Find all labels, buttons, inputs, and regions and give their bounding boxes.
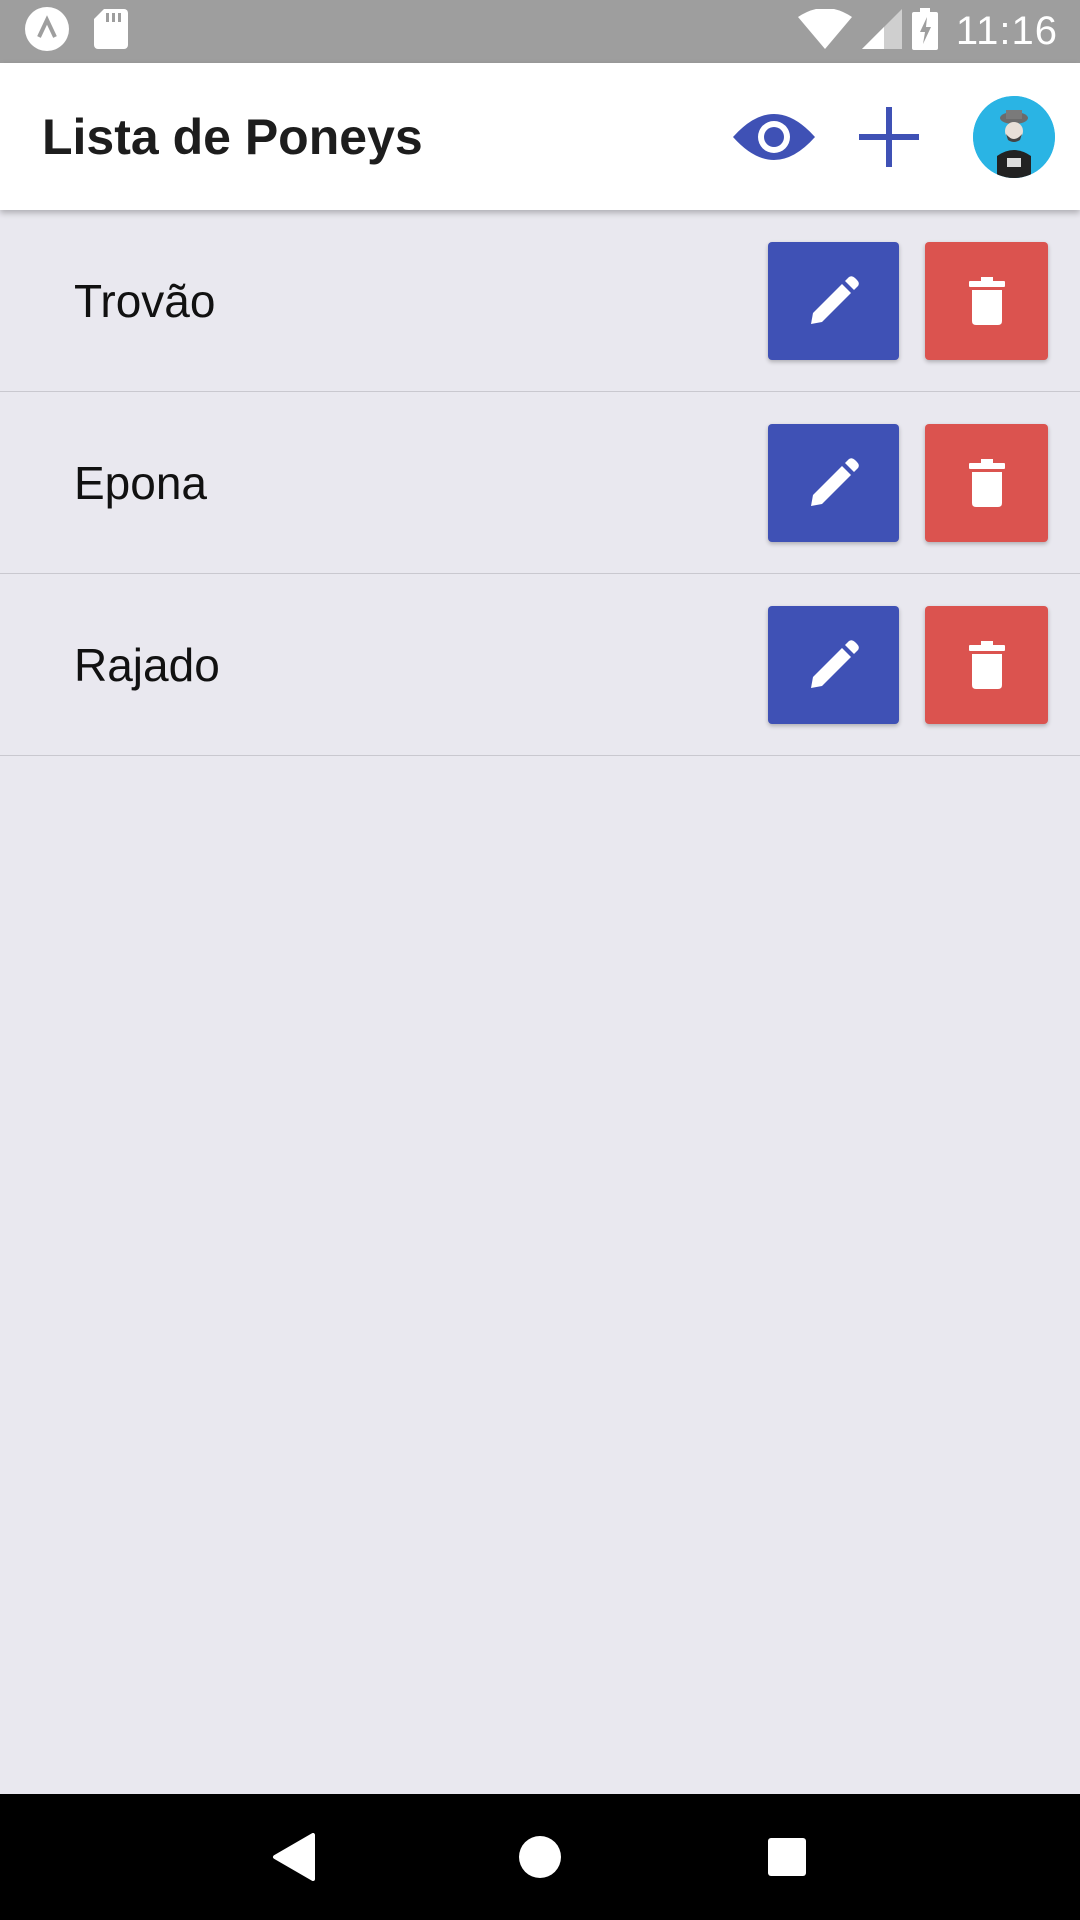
- wifi-icon: [797, 8, 852, 54]
- cell-signal-icon: [861, 9, 902, 54]
- plus-icon: [859, 106, 919, 167]
- list-item: Epona: [0, 392, 1080, 574]
- back-button[interactable]: [253, 1817, 333, 1897]
- add-pony-button[interactable]: [857, 105, 921, 169]
- edit-button[interactable]: [768, 423, 899, 542]
- app-notification-icon: [24, 6, 70, 57]
- pencil-icon: [810, 457, 859, 506]
- status-bar: 11:16: [0, 0, 1080, 63]
- eye-icon: [733, 113, 815, 160]
- status-right: 11:16: [788, 8, 1058, 55]
- pencil-icon: [810, 275, 859, 324]
- pony-list: Trovão Epona Rajado: [0, 210, 1080, 756]
- avatar-figure-icon: [973, 95, 1055, 178]
- sd-card-icon: [94, 9, 128, 54]
- status-left: [24, 6, 152, 57]
- delete-button[interactable]: [925, 241, 1048, 360]
- home-icon: [518, 1836, 561, 1878]
- trash-icon: [968, 640, 1005, 689]
- pony-name: Epona: [74, 456, 208, 509]
- list-item: Trovão: [0, 210, 1080, 392]
- view-button[interactable]: [733, 96, 815, 178]
- delete-button[interactable]: [925, 605, 1048, 724]
- avatar[interactable]: [973, 95, 1055, 178]
- page-title: Lista de Poneys: [42, 108, 423, 165]
- pony-name: Rajado: [74, 638, 220, 691]
- edit-button[interactable]: [768, 241, 899, 360]
- list-item: Rajado: [0, 574, 1080, 756]
- recents-button[interactable]: [747, 1817, 827, 1897]
- trash-icon: [968, 276, 1005, 325]
- pencil-icon: [810, 639, 859, 688]
- edit-button[interactable]: [768, 605, 899, 724]
- back-icon: [273, 1833, 316, 1881]
- navigation-bar: [0, 1794, 1080, 1920]
- app-bar-actions: [733, 95, 1080, 178]
- trash-icon: [968, 458, 1005, 507]
- pony-name: Trovão: [74, 274, 216, 327]
- status-time: 11:16: [955, 9, 1058, 53]
- delete-button[interactable]: [925, 423, 1048, 542]
- recents-icon: [767, 1838, 806, 1876]
- app-bar: Lista de Poneys: [0, 63, 1080, 210]
- home-button[interactable]: [500, 1817, 580, 1897]
- battery-charging-icon: [911, 8, 938, 55]
